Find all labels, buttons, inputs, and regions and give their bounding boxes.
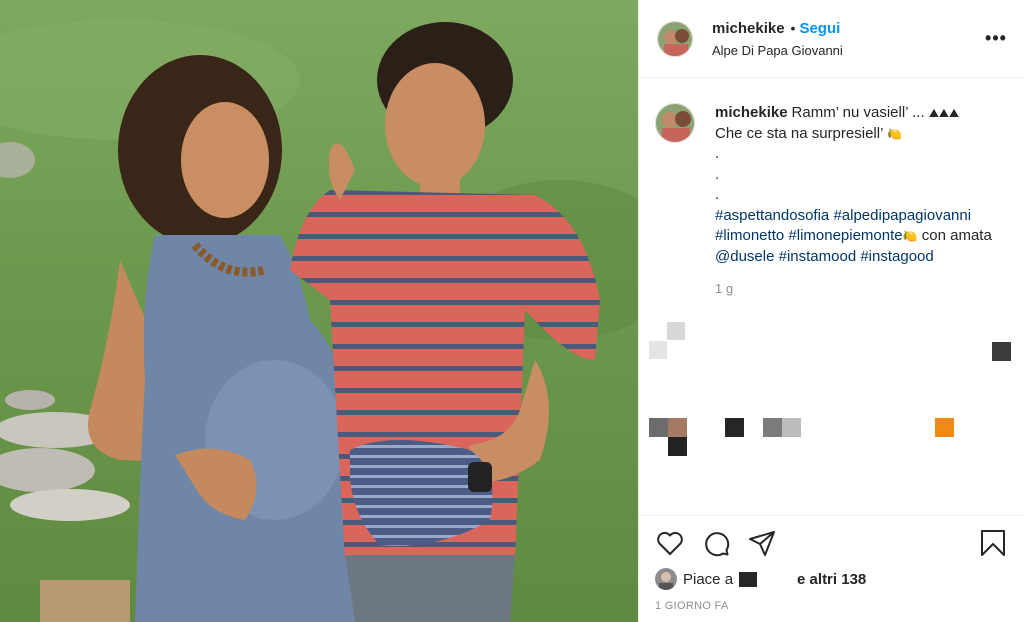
likes-summary[interactable]: Piace a e altri 138 (655, 568, 1008, 590)
loading-placeholder (763, 418, 782, 437)
bookmark-icon[interactable] (978, 528, 1008, 558)
loading-placeholder (649, 341, 667, 359)
liker-avatar[interactable] (655, 568, 677, 590)
post-location[interactable]: Alpe Di Papa Giovanni (712, 43, 984, 58)
hashtag-link[interactable]: #limonepiemonte (788, 227, 902, 244)
lemon-emoji: 🍋 (902, 229, 918, 243)
caption-dot: . (715, 165, 720, 183)
more-icon[interactable]: ••• (984, 27, 1008, 51)
post-actions: Piace a e altri 138 1 GIORNO FA (639, 515, 1024, 612)
caption-line-2: Che ce sta na surpresiell’ (715, 124, 888, 142)
caption-connector: con amata (917, 227, 992, 244)
post-side-panel: michekike • Segui Alpe Di Papa Giovanni … (638, 0, 1024, 622)
likes-count[interactable]: e altri 138 (797, 571, 866, 588)
hashtag-link[interactable]: #aspettandosofia (715, 207, 829, 224)
loading-placeholder (668, 437, 687, 456)
loading-placeholder (649, 418, 668, 437)
hashtag-link[interactable]: #instamood (779, 248, 857, 265)
mention-link[interactable]: @dusele (715, 248, 774, 265)
loading-placeholder (992, 342, 1011, 361)
caption-age: 1 g (715, 281, 734, 296)
comment-icon[interactable] (701, 528, 731, 558)
redacted-liker (739, 571, 758, 587)
caption-avatar[interactable] (655, 103, 695, 143)
mountain-emoji: ⛰⛰⛰ (928, 106, 960, 120)
caption-username[interactable]: michekike (715, 104, 788, 121)
comments-area: michekike Ramm’ nu vasiell’ ... ⛰⛰⛰ Che c… (639, 79, 1024, 515)
caption-dot: . (715, 145, 720, 162)
post-photo[interactable] (0, 0, 638, 622)
author-avatar[interactable] (657, 20, 693, 57)
caption-line-1: Ramm’ nu vasiell’ ... (791, 104, 929, 121)
share-icon[interactable] (747, 528, 777, 558)
post-header: michekike • Segui Alpe Di Papa Giovanni … (639, 0, 1024, 78)
post-photo-image (0, 0, 638, 622)
loading-placeholder (782, 418, 801, 437)
author-username[interactable]: michekike (712, 20, 785, 37)
loading-placeholder (668, 418, 687, 437)
caption-text: michekike Ramm’ nu vasiell’ ... ⛰⛰⛰ Che c… (715, 103, 1008, 267)
loading-placeholder (725, 418, 744, 437)
likes-prefix: Piace a (683, 570, 734, 588)
loading-placeholder (935, 418, 954, 437)
hashtag-link[interactable]: #alpedipapagiovanni (833, 207, 971, 224)
loading-placeholder (667, 322, 685, 340)
hashtag-link[interactable]: #instagood (860, 248, 933, 265)
lemon-emoji: 🍋 (887, 126, 902, 141)
post-timestamp[interactable]: 1 GIORNO FA (655, 600, 1008, 612)
post-caption: michekike Ramm’ nu vasiell’ ... ⛰⛰⛰ Che c… (655, 103, 1008, 267)
follow-button[interactable]: Segui (799, 20, 840, 37)
header-separator: • (790, 20, 796, 36)
caption-dot: . (715, 186, 720, 203)
hashtag-link[interactable]: #limonetto (715, 227, 784, 244)
heart-icon[interactable] (655, 528, 685, 558)
